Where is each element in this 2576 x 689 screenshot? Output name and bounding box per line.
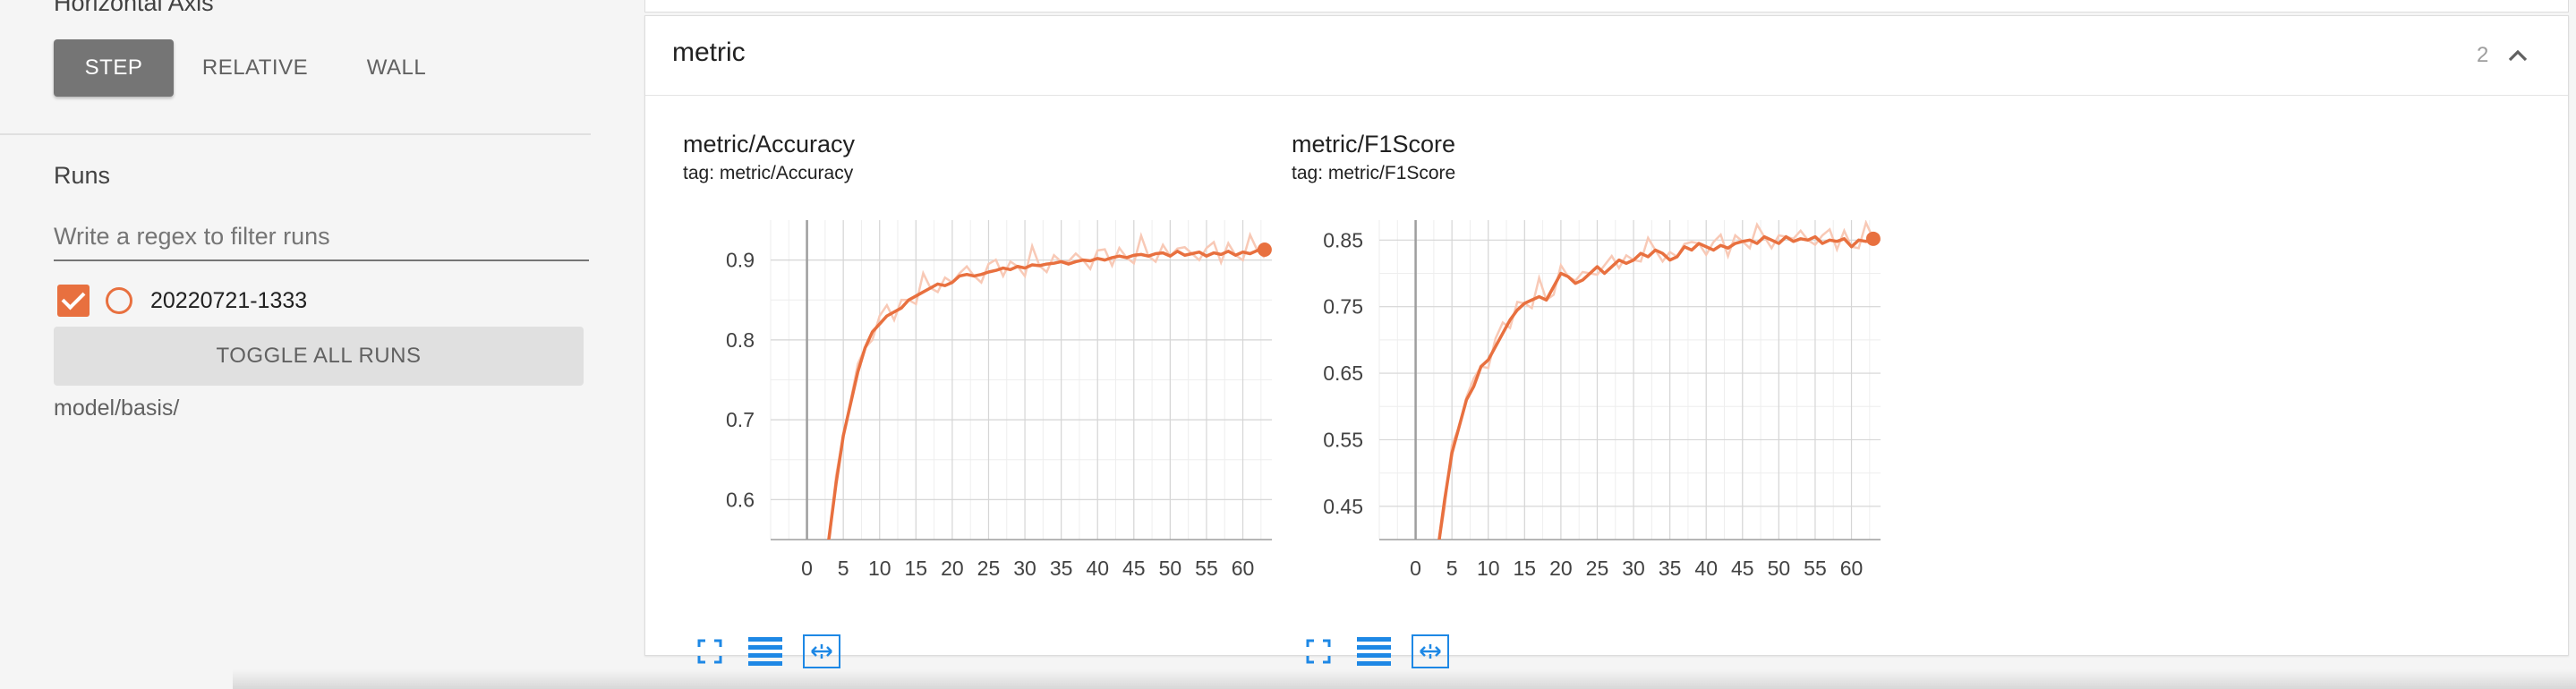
x-tick-label: 15	[905, 557, 928, 580]
run-checkbox[interactable]	[57, 285, 90, 317]
previous-group-card-edge	[644, 0, 2569, 13]
run-item[interactable]: 20220721-1333	[57, 285, 307, 317]
x-tick-label: 5	[1446, 557, 1458, 580]
x-tick-label: 60	[1232, 557, 1255, 580]
axis-relative-button[interactable]: RELATIVE	[186, 39, 324, 97]
y-tick-label: 0.75	[1323, 295, 1363, 319]
run-label: 20220721-1333	[150, 287, 308, 313]
accuracy-chart[interactable]: 0 5 10 15 20 25 30 35 40 45 50 55 60 0.6 0.7 0.8 0.9	[645, 132, 1272, 634]
bottom-shadow	[233, 669, 2576, 689]
x-tick-label: 50	[1159, 557, 1182, 580]
x-tick-label: 40	[1694, 557, 1718, 580]
data-table-icon[interactable]	[747, 634, 783, 669]
group-header[interactable]: metric 2	[645, 16, 2568, 96]
runs-title: Runs	[54, 162, 111, 189]
metric-group-card: metric 2 metric/Accuracy tag: metric/Acc…	[644, 15, 2569, 668]
y-tick-label: 0.45	[1323, 495, 1363, 518]
model-path: model/basis/	[54, 396, 180, 421]
series-line	[827, 248, 1266, 540]
y-tick-label: 0.9	[726, 249, 755, 272]
x-tick-label: 60	[1840, 557, 1864, 580]
x-tick-label: 20	[1549, 557, 1573, 580]
x-tick-label: 30	[1013, 557, 1036, 580]
run-color-circle-icon[interactable]	[106, 287, 132, 314]
group-title: metric	[672, 38, 746, 67]
sidebar-divider	[0, 133, 591, 135]
x-tick-label: 35	[1659, 557, 1682, 580]
x-tick-label: 0	[801, 557, 813, 580]
x-tick-label: 25	[1586, 557, 1609, 580]
horizontal-axis-title: Horizontal Axis	[54, 0, 214, 16]
y-tick-label: 0.85	[1323, 228, 1363, 251]
chevron-up-icon[interactable]	[2507, 45, 2529, 66]
x-tick-label: 10	[1477, 557, 1500, 580]
data-table-icon[interactable]	[1356, 634, 1392, 669]
x-tick-label: 30	[1622, 557, 1645, 580]
y-tick-label: 0.65	[1323, 362, 1363, 385]
card-actions	[692, 634, 860, 669]
y-tick-label: 0.7	[726, 408, 755, 431]
y-tick-label: 0.55	[1323, 428, 1363, 451]
x-tick-label: 0	[1410, 557, 1421, 580]
x-tick-label: 55	[1195, 557, 1218, 580]
x-tick-label: 20	[941, 557, 964, 580]
toggle-all-runs-button[interactable]: TOGGLE ALL RUNS	[54, 327, 584, 386]
x-tick-label: 50	[1768, 557, 1791, 580]
x-tick-label: 45	[1122, 557, 1146, 580]
sidebar: Horizontal Axis STEP RELATIVE WALL Runs …	[0, 0, 591, 685]
x-tick-label: 45	[1731, 557, 1754, 580]
scalar-card-accuracy: metric/Accuracy tag: metric/Accuracy 051…	[645, 131, 1272, 668]
x-tick-label: 5	[838, 557, 849, 580]
series-group	[827, 231, 1266, 540]
series-end-point	[1865, 231, 1881, 246]
x-tick-label: 10	[868, 557, 891, 580]
fullscreen-icon[interactable]	[1301, 634, 1336, 669]
f1score-chart[interactable]: 0 5 10 15 20 25 30 35 40 45 50 55 60 0.45 0.55 0.65 0.75…	[1254, 132, 1881, 634]
runs-filter-input[interactable]: Write a regex to filter runs	[54, 218, 589, 261]
fullscreen-icon[interactable]	[692, 634, 728, 669]
axis-step-button[interactable]: STEP	[54, 39, 174, 97]
fit-domain-icon[interactable]	[803, 634, 840, 668]
x-tick-label: 25	[977, 557, 1001, 580]
axis-wall-button[interactable]: WALL	[337, 39, 456, 97]
raw-series-line	[828, 231, 1266, 540]
x-tick-label: 35	[1050, 557, 1073, 580]
card-actions	[1301, 634, 1469, 669]
group-count: 2	[2477, 43, 2489, 67]
scalar-card-f1score: metric/F1Score tag: metric/F1Score 0 5 10 1…	[1254, 131, 1881, 668]
x-tick-label: 40	[1086, 557, 1109, 580]
x-tick-label: 15	[1514, 557, 1537, 580]
y-tick-label: 0.8	[726, 328, 755, 352]
x-tick-label: 55	[1804, 557, 1827, 580]
fit-domain-icon[interactable]	[1412, 634, 1449, 668]
y-tick-label: 0.6	[726, 488, 755, 511]
